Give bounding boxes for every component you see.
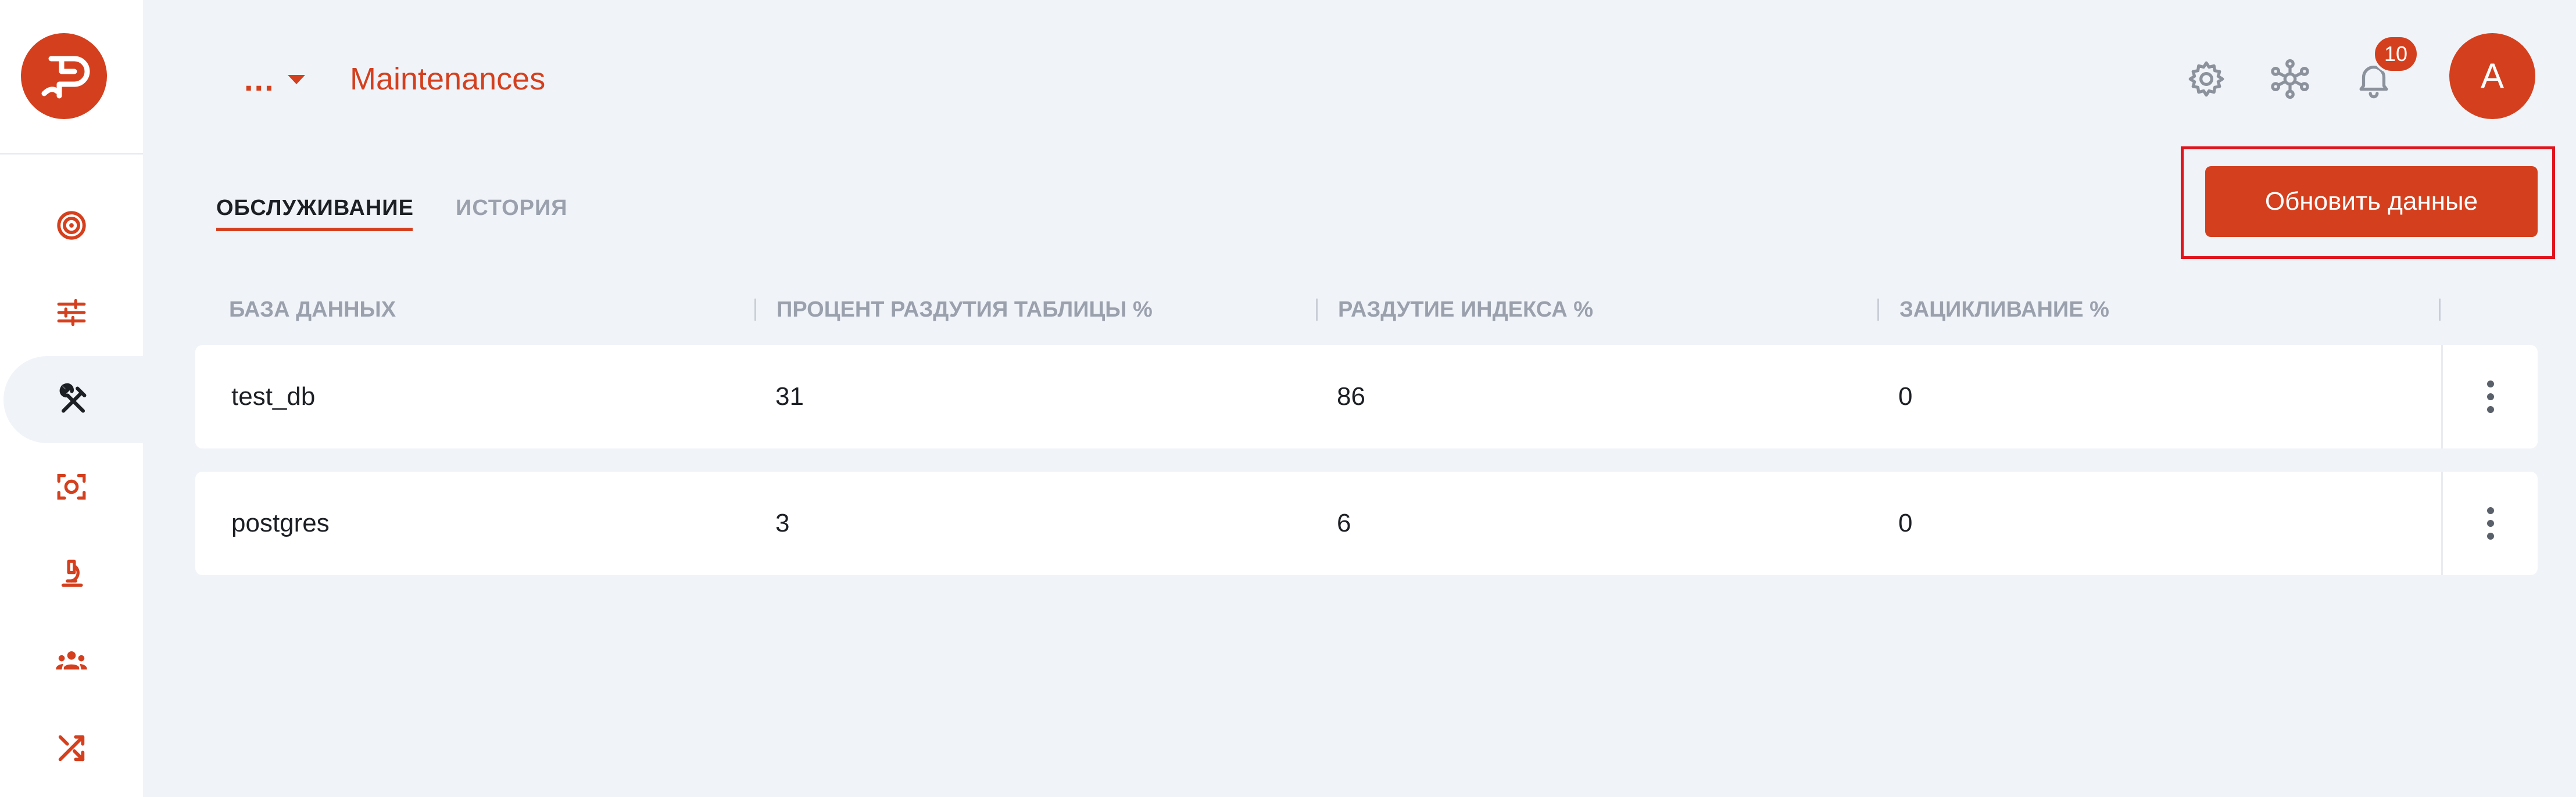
breadcrumb-dots: ... — [244, 61, 275, 98]
cell-table-bloat: 31 — [775, 382, 804, 411]
table-row[interactable]: test_db 31 86 0 — [195, 345, 2538, 448]
app-logo[interactable] — [21, 33, 107, 119]
tab-history[interactable]: ИСТОРИЯ — [456, 191, 568, 231]
scan-icon — [57, 474, 86, 500]
network-button[interactable] — [2266, 55, 2314, 103]
cell-index-bloat: 6 — [1337, 509, 1351, 537]
page-title: Maintenances — [350, 62, 546, 96]
column-header-table-bloat[interactable]: ПРОЦЕНТ РАЗДУТИЯ ТАБЛИЦЫ % — [777, 295, 1153, 324]
shuffle-icon — [58, 735, 85, 762]
sidebar-item-settings[interactable] — [0, 269, 143, 356]
sliders-icon — [57, 299, 86, 326]
cell-database: test_db — [231, 382, 316, 411]
cell-wraparound: 0 — [1898, 509, 1913, 537]
column-divider[interactable] — [1316, 299, 1318, 321]
column-divider[interactable] — [1877, 299, 1879, 321]
network-icon — [2271, 59, 2309, 99]
target-icon — [57, 211, 86, 240]
cell-database: postgres — [231, 509, 330, 537]
caret-down-icon — [287, 75, 305, 84]
microscope-icon — [61, 559, 83, 587]
app-root: ... Maintenances 10 A ОБСЛУЖИВАНИЕ ИСТОР… — [0, 0, 2576, 797]
column-header-database[interactable]: БАЗА ДАННЫХ — [229, 295, 396, 324]
sidebar-item-users[interactable] — [0, 618, 143, 705]
more-vertical-icon — [2486, 380, 2494, 413]
sidebar — [0, 0, 143, 797]
column-divider[interactable] — [754, 299, 756, 321]
sidebar-item-shuffle[interactable] — [0, 705, 143, 792]
refresh-data-button[interactable]: Обновить данные — [2205, 166, 2538, 237]
sidebar-item-research[interactable] — [0, 530, 143, 618]
tools-icon — [59, 383, 87, 413]
tab-maintenance[interactable]: ОБСЛУЖИВАНИЕ — [216, 191, 413, 231]
sidebar-item-scan[interactable] — [0, 443, 143, 530]
sidebar-item-dashboard[interactable] — [0, 182, 143, 269]
sidebar-item-maintenance[interactable] — [3, 356, 143, 443]
notification-badge: 10 — [2373, 35, 2419, 73]
column-header-wraparound[interactable]: ЗАЦИКЛИВАНИЕ % — [1899, 295, 2109, 324]
column-header-index-bloat[interactable]: РАЗДУТИЕ ИНДЕКСА % — [1338, 295, 1593, 324]
breadcrumb-menu[interactable]: ... — [244, 53, 306, 106]
users-icon — [56, 651, 87, 670]
more-vertical-icon — [2486, 507, 2494, 540]
row-actions-button[interactable] — [2443, 472, 2538, 575]
cell-wraparound: 0 — [1898, 382, 1913, 411]
cell-table-bloat: 3 — [775, 509, 790, 537]
logo-area — [0, 0, 143, 155]
settings-button[interactable] — [2182, 55, 2231, 103]
table-row[interactable]: postgres 3 6 0 — [195, 472, 2538, 575]
user-avatar[interactable]: A — [2449, 33, 2535, 119]
column-divider[interactable] — [2439, 299, 2441, 321]
logo-icon — [41, 56, 90, 99]
cell-index-bloat: 86 — [1337, 382, 1365, 411]
row-actions-button[interactable] — [2443, 345, 2538, 448]
gear-icon — [2188, 61, 2224, 97]
